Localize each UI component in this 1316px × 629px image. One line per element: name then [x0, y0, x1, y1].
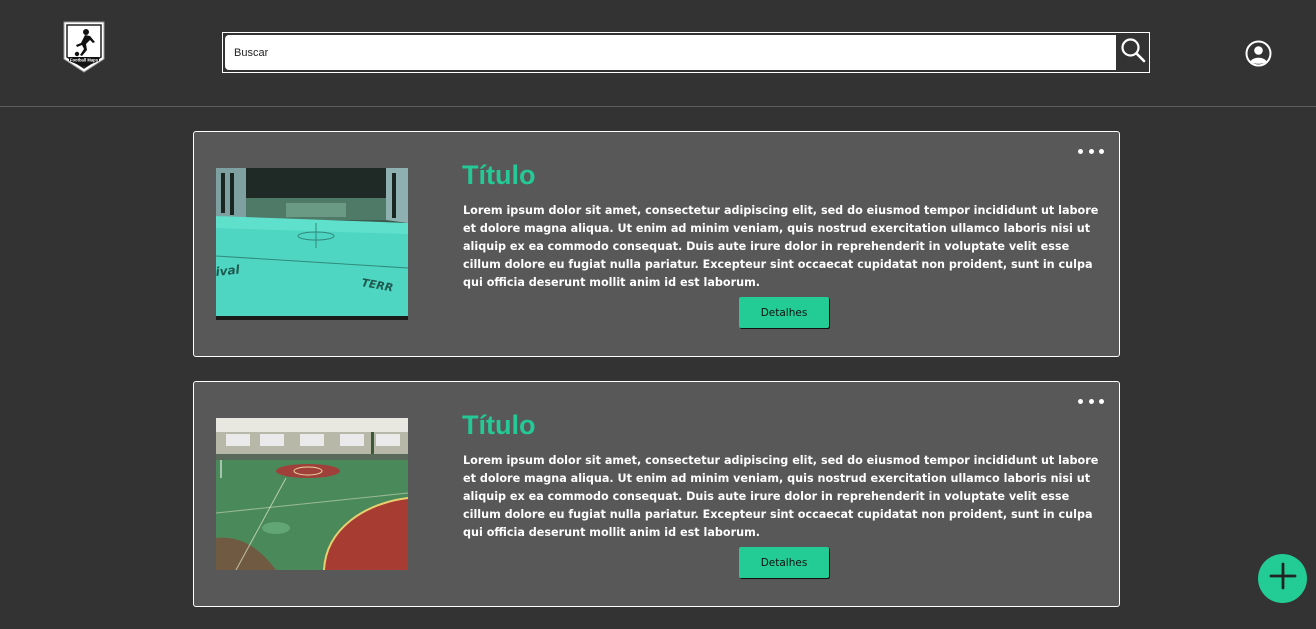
court-card: Título Lorem ipsum dolor sit amet, conse… — [193, 381, 1120, 607]
court-image: ival TERR — [216, 168, 408, 320]
court-image — [216, 418, 408, 570]
more-dots-icon — [1078, 148, 1083, 154]
details-button[interactable]: Detalhes — [739, 297, 829, 328]
logo-text: Football Maps — [70, 58, 99, 63]
search-icon — [1120, 37, 1146, 68]
football-maps-logo[interactable]: Football Maps — [63, 21, 105, 73]
details-button[interactable]: Detalhes — [739, 547, 829, 578]
svg-text:ival: ival — [216, 262, 241, 279]
card-title: Título — [462, 410, 536, 440]
search-input[interactable] — [225, 35, 1116, 70]
profile-button[interactable] — [1245, 40, 1272, 67]
top-header: Football Maps — [0, 0, 1316, 107]
more-options-button[interactable] — [1078, 146, 1104, 156]
plus-icon — [1269, 562, 1297, 595]
card-title: Título — [462, 160, 536, 190]
add-button[interactable] — [1258, 554, 1307, 603]
more-options-button[interactable] — [1078, 396, 1104, 406]
search-bar — [222, 32, 1150, 73]
more-dots-icon — [1078, 398, 1083, 404]
court-card: ival TERR Título Lorem ipsum dolor sit a… — [193, 131, 1120, 357]
search-button[interactable] — [1118, 36, 1148, 69]
card-description: Lorem ipsum dolor sit amet, consectetur … — [463, 454, 1099, 539]
user-circle-icon — [1245, 40, 1272, 71]
card-description: Lorem ipsum dolor sit amet, consectetur … — [463, 204, 1099, 289]
